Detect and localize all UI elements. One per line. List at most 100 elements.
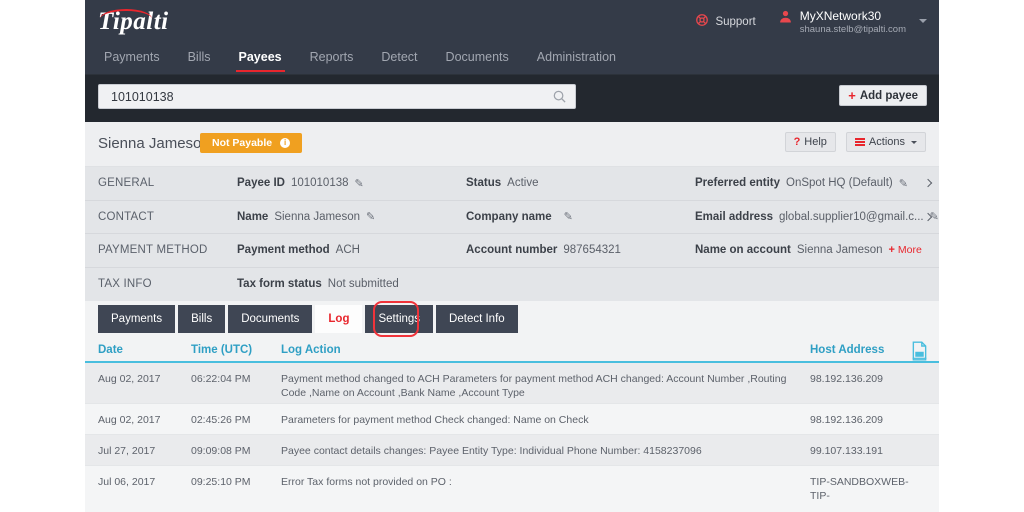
table-row[interactable]: Jul 27, 2017 09:09:08 PM Payee contact d… [85, 435, 939, 466]
plus-icon: + [848, 88, 856, 103]
cell-host: 99.107.133.191 [810, 445, 883, 457]
nav-item-reports[interactable]: Reports [296, 50, 368, 74]
support-label: Support [715, 15, 756, 28]
cell-time: 09:25:10 PM [191, 476, 251, 488]
field-value: ACH [335, 244, 360, 257]
add-payee-label: Add payee [859, 89, 918, 102]
nav-item-payments[interactable]: Payments [98, 50, 174, 74]
help-label: Help [804, 136, 827, 148]
column-header-host-address[interactable]: Host Address [810, 344, 884, 356]
tab-bills[interactable]: Bills [178, 305, 226, 333]
top-right-controls: Support MyXNetwork30 shauna.stelb@tipalt… [695, 9, 927, 36]
account-menu[interactable]: MyXNetwork30 shauna.stelb@tipalti.com [778, 9, 927, 36]
cell-date: Jul 27, 2017 [98, 445, 156, 457]
tab-detect-info[interactable]: Detect Info [436, 305, 518, 333]
actions-button[interactable]: Actions [845, 132, 926, 152]
field-label: Payee ID [237, 177, 285, 190]
field-payee-id: Payee ID 101010138 ✎ [237, 177, 364, 190]
field-label: Name [237, 210, 269, 223]
more-label: More [897, 244, 922, 257]
nav-item-detect[interactable]: Detect [367, 50, 431, 74]
cell-date: Aug 02, 2017 [98, 414, 161, 426]
field-value: 987654321 [563, 244, 621, 257]
account-email: shauna.stelb@tipalti.com [799, 24, 906, 35]
pencil-icon[interactable]: ✎ [366, 210, 375, 223]
tipalti-app: Tipalti Support MyXNetwork30 shauna.stel… [85, 0, 939, 512]
payee-details-panel: GENERAL Payee ID 101010138 ✎ Status Acti… [85, 167, 939, 301]
nav-item-payees[interactable]: Payees [225, 50, 296, 74]
tab-settings[interactable]: Settings [365, 305, 434, 333]
chevron-right-icon[interactable] [923, 179, 933, 188]
cell-time: 02:45:26 PM [191, 414, 251, 426]
info-icon: i [280, 138, 291, 148]
table-row[interactable]: Aug 02, 2017 02:45:26 PM Parameters for … [85, 404, 939, 435]
cell-host: 98.192.136.209 [810, 373, 883, 385]
field-label: Tax form status [237, 278, 322, 291]
field-name-on-account: Name on account Sienna Jameson + More [695, 244, 922, 256]
field-label: Company name [466, 210, 552, 223]
detail-section-label: TAX INFO [98, 278, 152, 291]
detail-section-label: PAYMENT METHOD [98, 244, 208, 257]
field-payment-method: Payment method ACH [237, 244, 360, 256]
detail-section-label: CONTACT [98, 210, 155, 223]
search-icon[interactable] [552, 89, 567, 104]
table-row[interactable]: Aug 02, 2017 06:22:04 PM Payment method … [85, 363, 939, 404]
payee-subtabs: Payments Bills Documents Log Settings De… [98, 305, 518, 333]
plus-icon: + [888, 244, 895, 257]
field-preferred-entity: Preferred entity OnSpot HQ (Default) ✎ [695, 177, 908, 190]
support-link[interactable]: Support [695, 9, 756, 30]
pencil-icon[interactable]: ✎ [899, 177, 908, 190]
tab-documents[interactable]: Documents [228, 305, 313, 333]
actions-label: Actions [868, 136, 905, 148]
nav-item-bills[interactable]: Bills [174, 50, 225, 74]
status-badge-label: Not Payable [212, 137, 273, 149]
detail-row-contact: CONTACT Name Sienna Jameson ✎ Company na… [85, 201, 939, 234]
table-row[interactable]: Jul 06, 2017 09:25:10 PM Error Tax forms… [85, 466, 939, 512]
field-value: Sienna Jameson [796, 244, 883, 257]
cell-action: Payment method changed to ACH Parameters… [281, 373, 787, 400]
more-link[interactable]: + More [889, 244, 922, 256]
lifebuoy-icon [695, 13, 709, 30]
nav-item-documents[interactable]: Documents [432, 50, 523, 74]
pencil-icon[interactable]: ✎ [355, 177, 364, 190]
log-table: Date Time (UTC) Log Action Host Address … [85, 341, 939, 512]
detail-row-general: GENERAL Payee ID 101010138 ✎ Status Acti… [85, 167, 939, 201]
search-bar: + Add payee [85, 74, 939, 122]
user-icon [778, 9, 793, 29]
chevron-down-icon[interactable] [919, 19, 927, 23]
field-company-name: Company name ✎ [466, 210, 573, 224]
column-header-time[interactable]: Time (UTC) [191, 344, 252, 356]
column-header-log-action[interactable]: Log Action [281, 344, 341, 356]
main-nav-tabs: Payments Bills Payees Reports Detect Doc… [98, 42, 630, 74]
field-label: Status [466, 177, 502, 190]
field-label: Account number [466, 244, 558, 257]
nav-item-administration[interactable]: Administration [523, 50, 630, 74]
search-field-wrapper[interactable] [98, 84, 576, 109]
help-button[interactable]: ? Help [784, 132, 836, 152]
account-name: MyXNetwork30 [799, 9, 882, 23]
field-value: Sienna Jameson [274, 210, 360, 223]
field-value: Active [507, 177, 539, 190]
column-header-date[interactable]: Date [98, 344, 123, 356]
cell-time: 09:09:08 PM [191, 445, 251, 457]
field-label: Email address [695, 210, 773, 223]
cell-time: 06:22:04 PM [191, 373, 251, 385]
tab-log[interactable]: Log [315, 305, 363, 333]
log-table-header: Date Time (UTC) Log Action Host Address [85, 341, 939, 363]
add-payee-button[interactable]: + Add payee [839, 85, 927, 106]
pencil-icon[interactable]: ✎ [564, 210, 573, 223]
tab-payments[interactable]: Payments [98, 305, 176, 333]
field-value: Not submitted [327, 278, 399, 291]
hamburger-icon [854, 138, 865, 146]
search-input[interactable] [109, 85, 539, 108]
field-label: Payment method [237, 244, 330, 257]
field-label: Preferred entity [695, 177, 781, 190]
field-value: OnSpot HQ (Default) [786, 177, 893, 190]
detail-section-label: GENERAL [98, 177, 155, 190]
field-email-address: Email address global.supplier10@gmail.c.… [695, 210, 939, 224]
detail-row-payment-method: PAYMENT METHOD Payment method ACH Accoun… [85, 234, 939, 268]
status-badge[interactable]: Not Payable i [200, 133, 303, 153]
payee-subtabs-zone: Payments Bills Documents Log Settings De… [85, 301, 939, 341]
cell-action: Payee contact details changes: Payee Ent… [281, 445, 702, 457]
cell-host: 98.192.136.209 [810, 414, 883, 426]
